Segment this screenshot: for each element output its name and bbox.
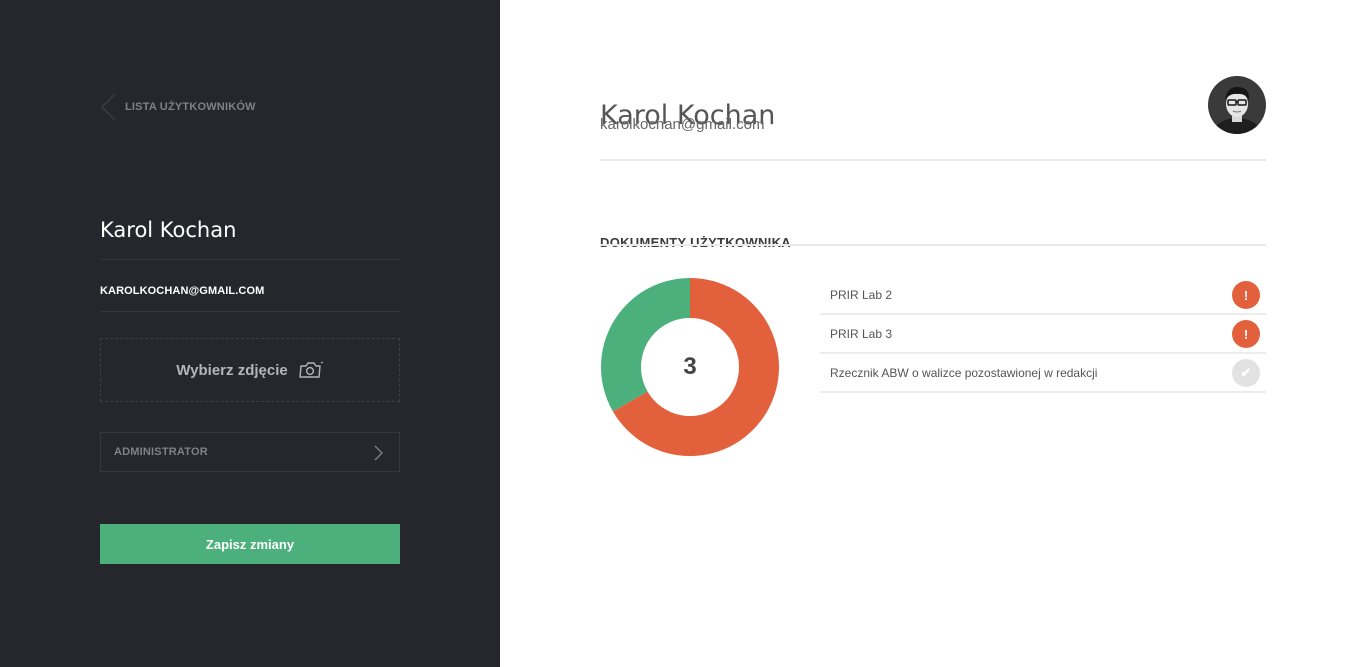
divider	[100, 311, 400, 312]
chevron-right-icon	[374, 445, 383, 461]
sidebar: LISTA UŻYTKOWNIKÓW Karol Kochan KAROLKOC…	[0, 0, 500, 667]
document-row[interactable]: Rzecznik ABW o walizce pozostawionej w r…	[820, 354, 1266, 393]
choose-photo-button[interactable]: Wybierz zdjęcie	[100, 338, 400, 402]
chevron-left-icon	[100, 93, 116, 121]
documents-list: PRIR Lab 2 ! PRIR Lab 3 ! Rzecznik ABW o…	[820, 276, 1266, 393]
exclamation-icon: !	[1232, 320, 1260, 348]
document-name: PRIR Lab 2	[830, 288, 893, 302]
role-select[interactable]: ADMINISTRATOR	[100, 432, 400, 472]
document-name: PRIR Lab 3	[830, 327, 893, 341]
section-title-documents: DOKUMENTY UŻYTKOWNIKA	[600, 234, 791, 250]
check-icon: ✔	[1232, 359, 1260, 387]
choose-photo-label: Wybierz zdjęcie	[176, 361, 288, 379]
back-to-user-list-link[interactable]: LISTA UŻYTKOWNIKÓW	[100, 93, 256, 121]
documents-count: 3	[683, 353, 697, 380]
document-name: Rzecznik ABW o walizce pozostawionej w r…	[830, 366, 1098, 380]
avatar	[1208, 76, 1266, 134]
user-email: karolkochan@gmail.com	[600, 116, 765, 133]
sidebar-user-name: Karol Kochan	[100, 218, 237, 242]
save-changes-button[interactable]: Zapisz zmiany	[100, 524, 400, 564]
document-row[interactable]: PRIR Lab 2 !	[820, 276, 1266, 315]
camera-icon	[299, 361, 323, 378]
divider	[100, 259, 400, 260]
exclamation-icon: !	[1232, 281, 1260, 309]
sidebar-user-email: KAROLKOCHAN@GMAIL.COM	[100, 285, 265, 297]
back-link-label: LISTA UŻYTKOWNIKÓW	[125, 101, 256, 113]
divider	[600, 159, 1266, 161]
divider	[600, 244, 1266, 246]
document-row[interactable]: PRIR Lab 3 !	[820, 315, 1266, 354]
documents-donut-chart: 3	[600, 277, 780, 457]
role-select-value: ADMINISTRATOR	[114, 446, 208, 458]
